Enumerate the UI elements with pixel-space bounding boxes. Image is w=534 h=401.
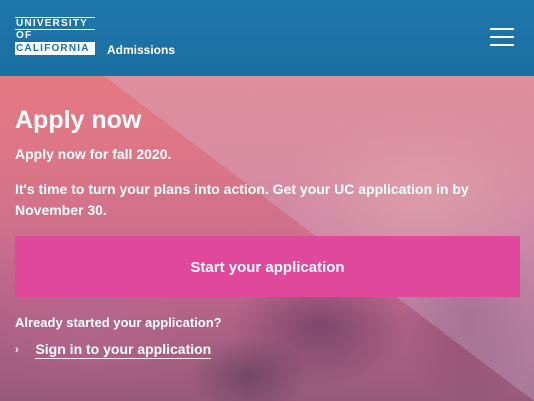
already-started-text: Already started your application? xyxy=(15,315,222,330)
chevron-right-icon: › xyxy=(15,343,19,356)
logo-line-of: OF xyxy=(15,30,95,43)
section-title[interactable]: Admissions xyxy=(107,43,175,57)
signin-row: › Sign in to your application xyxy=(15,341,212,361)
menu-bar xyxy=(490,28,514,30)
menu-bar xyxy=(490,36,514,38)
uc-logo[interactable]: UNIVERSITY OF CALIFORNIA xyxy=(15,17,95,55)
page: UNIVERSITY OF CALIFORNIA Admissions Appl… xyxy=(0,0,534,401)
site-header: UNIVERSITY OF CALIFORNIA Admissions xyxy=(0,0,534,76)
logo-line-california: CALIFORNIA xyxy=(15,43,95,55)
start-application-button[interactable]: Start your application xyxy=(15,236,520,297)
page-title: Apply now xyxy=(15,106,142,134)
menu-bar xyxy=(490,44,514,46)
hero-subtitle: Apply now for fall 2020. xyxy=(15,146,172,162)
hamburger-menu-icon[interactable] xyxy=(490,27,514,47)
logo-line-university: UNIVERSITY xyxy=(15,17,95,30)
hero-description: It's time to turn your plans into action… xyxy=(15,181,469,218)
sign-in-link[interactable]: Sign in to your application xyxy=(35,341,212,359)
